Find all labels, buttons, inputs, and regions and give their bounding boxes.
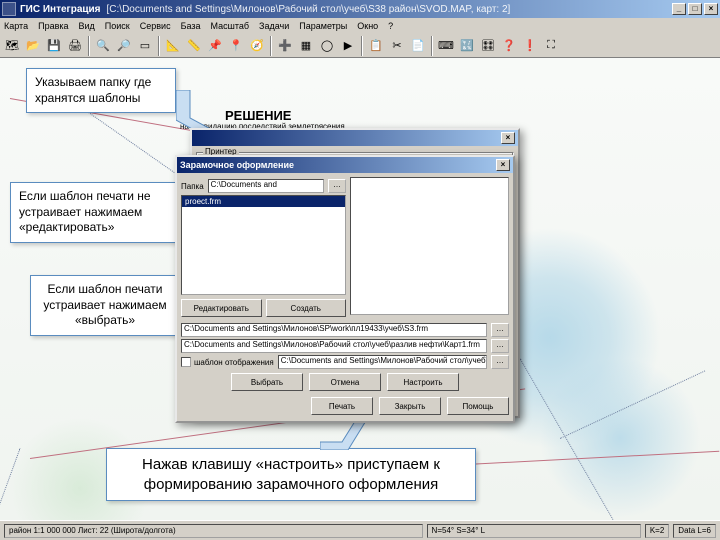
- tool-compass-icon[interactable]: 🧭: [247, 36, 267, 56]
- create-button[interactable]: Создать: [266, 299, 347, 317]
- menu-item[interactable]: Карта: [4, 21, 28, 31]
- tool-alert-icon[interactable]: ❗: [520, 36, 540, 56]
- tool-keyboard-icon[interactable]: ⌨: [436, 36, 456, 56]
- tool-panel-icon[interactable]: 🎛: [478, 36, 498, 56]
- tool-print-icon[interactable]: 🖨: [65, 36, 85, 56]
- browse-button[interactable]: …: [491, 355, 509, 369]
- menu-item[interactable]: Задачи: [259, 21, 289, 31]
- menu-item[interactable]: Сервис: [140, 21, 171, 31]
- tool-full-icon[interactable]: ⛶: [541, 36, 561, 56]
- status-data: Data L=6: [673, 524, 716, 538]
- browse-button[interactable]: …: [491, 323, 509, 337]
- folder-field[interactable]: C:\Documents and: [208, 179, 324, 193]
- close-dialog-button[interactable]: Закрыть: [379, 397, 441, 415]
- tool-clipboard-icon[interactable]: 📋: [366, 36, 386, 56]
- maximize-button[interactable]: □: [688, 3, 702, 15]
- doc-title: [C:\Documents and Settings\Милонов\Рабоч…: [107, 4, 511, 15]
- callout-folder: Указываем папку где хранятся шаблоны: [26, 68, 176, 113]
- callout-setup: Нажав клавишу «настроить» приступаем к ф…: [106, 448, 476, 501]
- menu-bar: Карта Правка Вид Поиск Сервис База Масшт…: [0, 18, 720, 34]
- tool-zoomout-icon[interactable]: 🔎: [114, 36, 134, 56]
- menu-item[interactable]: Правка: [38, 21, 68, 31]
- print-dialog-title[interactable]: ×: [192, 130, 518, 146]
- toolbar: 🗺 📂 💾 🖨 🔍 🔎 ▭ 📐 📏 📌 📍 🧭 ➕ ▦ ◯ ▶ 📋 ✂ 📄 ⌨ …: [0, 34, 720, 58]
- menu-item[interactable]: База: [181, 21, 201, 31]
- status-coords: N=54° S=34° L: [427, 524, 641, 538]
- tool-rect-icon[interactable]: ▦: [296, 36, 316, 56]
- minimize-button[interactable]: _: [672, 3, 686, 15]
- tool-ruler-icon[interactable]: 📐: [163, 36, 183, 56]
- frame-dialog-title: Зарамочное оформление: [180, 160, 294, 170]
- menu-item[interactable]: Параметры: [299, 21, 347, 31]
- status-scale: район 1:1 000 000 Лист: 22 (Широта/долго…: [4, 524, 423, 538]
- help-button[interactable]: Помощь: [447, 397, 509, 415]
- tool-play-icon[interactable]: ▶: [338, 36, 358, 56]
- window-titlebar: ГИС Интеграция [C:\Documents and Setting…: [0, 0, 720, 18]
- callout-edit: Если шаблон печати не устраивает нажимае…: [10, 182, 180, 243]
- preview-pane: [350, 177, 509, 315]
- menu-item[interactable]: Окно: [357, 21, 378, 31]
- tool-circle-icon[interactable]: ◯: [317, 36, 337, 56]
- tool-cut-icon[interactable]: ✂: [387, 36, 407, 56]
- print-button[interactable]: Печать: [311, 397, 373, 415]
- tool-add-icon[interactable]: ➕: [275, 36, 295, 56]
- path-field-2[interactable]: C:\Documents and Settings\Милонов\Рабочи…: [181, 339, 487, 353]
- tool-open-icon[interactable]: 📂: [23, 36, 43, 56]
- tool-measure-icon[interactable]: 📏: [184, 36, 204, 56]
- tool-pin-icon[interactable]: 📌: [205, 36, 225, 56]
- map-heading: РЕШЕНИЕ: [225, 108, 291, 123]
- menu-item[interactable]: ?: [388, 21, 393, 31]
- close-icon[interactable]: ×: [501, 132, 515, 144]
- status-bar: район 1:1 000 000 Лист: 22 (Широта/долго…: [0, 520, 720, 540]
- tool-save-icon[interactable]: 💾: [44, 36, 64, 56]
- tool-symbol-icon[interactable]: 🔣: [457, 36, 477, 56]
- menu-item[interactable]: Масштаб: [211, 21, 250, 31]
- tool-help-icon[interactable]: ❓: [499, 36, 519, 56]
- tool-zoomin-icon[interactable]: 🔍: [93, 36, 113, 56]
- template-list[interactable]: proect.frm: [181, 195, 346, 295]
- callout-select: Если шаблон печати устраивает нажимаем «…: [30, 275, 180, 336]
- frame-dialog-titlebar[interactable]: Зарамочное оформление ×: [177, 157, 513, 173]
- path-field-3[interactable]: C:\Documents and Settings\Милонов\Рабочи…: [278, 355, 487, 369]
- tool-select-icon[interactable]: ▭: [135, 36, 155, 56]
- setup-button[interactable]: Настроить: [387, 373, 459, 391]
- cancel-button[interactable]: Отмена: [309, 373, 381, 391]
- edit-button[interactable]: Редактировать: [181, 299, 262, 317]
- select-button[interactable]: Выбрать: [231, 373, 303, 391]
- app-icon: [2, 2, 16, 16]
- frame-dialog: Зарамочное оформление × Папка C:\Documen…: [175, 155, 515, 423]
- browse-button[interactable]: …: [328, 179, 346, 193]
- close-icon[interactable]: ×: [496, 159, 510, 171]
- tool-map-icon[interactable]: 🗺: [2, 36, 22, 56]
- menu-item[interactable]: Вид: [79, 21, 95, 31]
- menu-item[interactable]: Поиск: [105, 21, 130, 31]
- browse-button[interactable]: …: [491, 339, 509, 353]
- tool-doc-icon[interactable]: 📄: [408, 36, 428, 56]
- path-field-1[interactable]: C:\Documents and Settings\Милонов\SP\wor…: [181, 323, 487, 337]
- list-item[interactable]: proect.frm: [182, 196, 345, 207]
- close-button[interactable]: ×: [704, 3, 718, 15]
- status-k: K=2: [645, 524, 669, 538]
- app-title: ГИС Интеграция: [20, 4, 101, 15]
- tool-marker-icon[interactable]: 📍: [226, 36, 246, 56]
- show-template-checkbox[interactable]: шаблон отображения: [181, 357, 274, 367]
- folder-label: Папка: [181, 182, 204, 191]
